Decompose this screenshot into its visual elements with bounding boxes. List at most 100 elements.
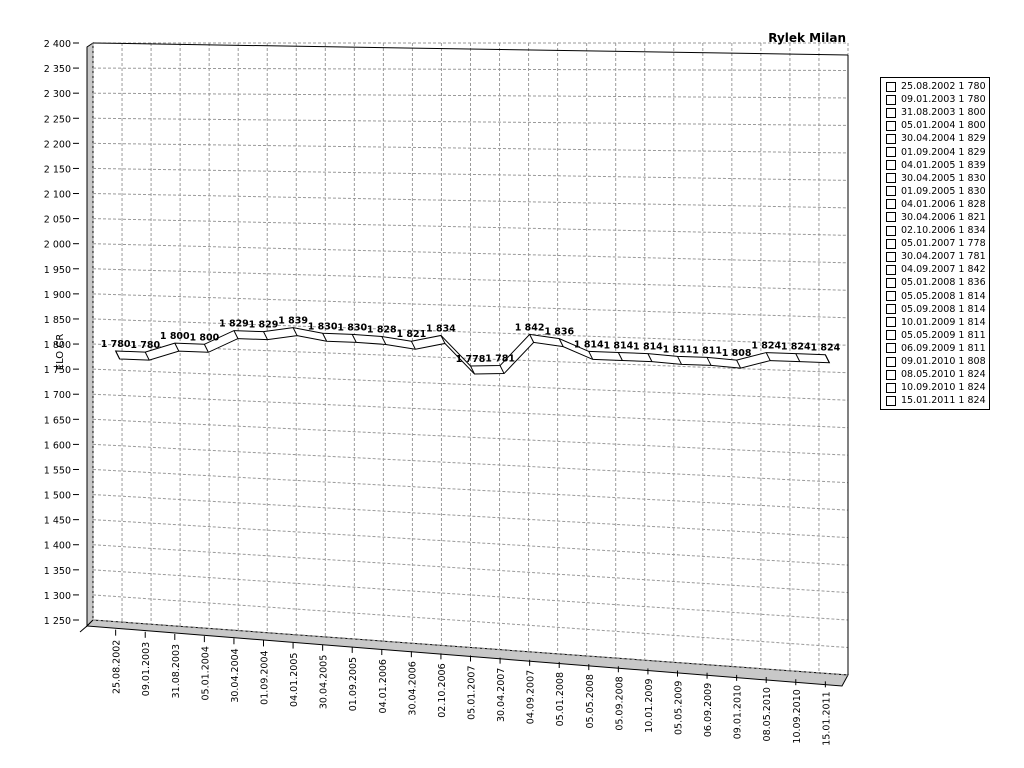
y-tick-label: 1 700	[44, 390, 71, 401]
legend-item: 05.05.2009 1 811	[881, 329, 989, 342]
legend-label: 05.01.2008 1 836	[901, 277, 986, 289]
legend-item: 10.01.2009 1 814	[881, 316, 989, 329]
legend-swatch	[886, 225, 896, 236]
legend-label: 05.05.2008 1 814	[901, 290, 986, 302]
legend-label: 05.09.2008 1 814	[901, 303, 986, 315]
legend-label: 09.01.2010 1 808	[901, 356, 986, 368]
legend-swatch	[886, 330, 896, 341]
data-label: 1 836	[544, 327, 574, 338]
data-label: 1 800	[160, 331, 190, 342]
legend-swatch	[886, 107, 896, 118]
legend-swatch	[886, 199, 896, 210]
chart-legend: 25.08.2002 1 780 09.01.2003 1 780 31.08.20…	[880, 77, 990, 411]
y-axis-label: ELO ČR	[53, 334, 66, 371]
legend-swatch	[886, 120, 896, 131]
legend-item: 25.08.2002 1 780	[881, 80, 989, 93]
y-tick-label: 1 300	[44, 591, 71, 602]
legend-swatch	[886, 160, 896, 171]
y-tick-label: 2 250	[44, 114, 71, 125]
legend-label: 08.05.2010 1 824	[901, 369, 986, 381]
x-tick-label: 30.04.2004	[230, 648, 241, 702]
legend-item: 09.01.2003 1 780	[881, 93, 989, 106]
legend-label: 30.04.2007 1 781	[901, 251, 986, 263]
legend-label: 05.01.2004 1 800	[901, 120, 986, 132]
legend-label: 30.04.2006 1 821	[901, 211, 986, 223]
data-label: 1 808	[722, 348, 752, 359]
y-tick-label: 2 100	[44, 190, 71, 201]
data-label: 1 830	[308, 321, 338, 332]
y-tick-label: 1 650	[44, 415, 71, 426]
legend-label: 06.09.2009 1 811	[901, 342, 986, 354]
legend-item: 05.01.2007 1 778	[881, 237, 989, 250]
legend-swatch	[886, 264, 896, 275]
y-tick-label: 1 400	[44, 541, 71, 552]
x-tick-label: 05.09.2008	[614, 676, 625, 730]
legend-swatch	[886, 251, 896, 262]
legend-item: 06.09.2009 1 811	[881, 342, 989, 355]
legend-label: 05.05.2009 1 811	[901, 329, 986, 341]
chart-title: Rylek Milan	[768, 31, 846, 45]
legend-item: 04.01.2006 1 828	[881, 198, 989, 211]
data-label: 1 778	[456, 354, 486, 365]
x-tick-label: 05.01.2008	[555, 672, 566, 726]
legend-item: 31.08.2003 1 800	[881, 106, 989, 119]
y-tick-label: 1 600	[44, 440, 71, 451]
data-label: 1 824	[781, 342, 811, 353]
y-tick-label: 1 250	[44, 616, 71, 627]
legend-label: 01.09.2004 1 829	[901, 146, 986, 158]
legend-swatch	[886, 291, 896, 302]
legend-item: 08.05.2010 1 824	[881, 368, 989, 381]
legend-label: 01.09.2005 1 830	[901, 185, 986, 197]
data-label: 1 780	[101, 339, 131, 350]
x-tick-label: 04.01.2005	[289, 653, 300, 707]
legend-item: 30.04.2004 1 829	[881, 132, 989, 145]
legend-item: 04.09.2007 1 842	[881, 263, 989, 276]
legend-label: 10.09.2010 1 824	[901, 382, 986, 394]
legend-swatch	[886, 369, 896, 380]
data-label: 1 811	[692, 345, 722, 356]
data-label: 1 839	[278, 316, 308, 327]
data-label: 1 811	[663, 344, 693, 355]
elo-chart: 1 780 1 7801 800 1 8001 829 1 829 1 8391 830…	[44, 31, 849, 746]
x-tick-label: 05.01.2007	[467, 666, 478, 720]
data-label: 1 814	[574, 339, 604, 350]
legend-swatch	[886, 356, 896, 367]
legend-label: 30.04.2004 1 829	[901, 133, 986, 145]
legend-item: 05.01.2004 1 800	[881, 119, 989, 132]
y-tick-label: 2 200	[44, 139, 71, 150]
x-tick-label: 10.09.2010	[792, 689, 803, 743]
y-tick-label: 1 850	[44, 315, 71, 326]
x-tick-label: 04.01.2006	[378, 659, 389, 713]
y-tick-label: 1 500	[44, 491, 71, 502]
x-tick-label: 25.08.2002	[112, 640, 123, 694]
legend-item: 09.01.2010 1 808	[881, 355, 989, 368]
legend-item: 01.09.2005 1 830	[881, 185, 989, 198]
data-label: 1 781	[485, 354, 515, 365]
legend-label: 05.01.2007 1 778	[901, 238, 986, 250]
legend-label: 09.01.2003 1 780	[901, 94, 986, 106]
x-tick-label: 10.01.2009	[644, 678, 655, 732]
data-label: 1 824	[751, 341, 781, 352]
x-tick-label: 31.08.2003	[171, 644, 182, 698]
legend-item: 05.05.2008 1 814	[881, 290, 989, 303]
data-label: 1 834	[426, 323, 456, 334]
legend-swatch	[886, 304, 896, 315]
data-label: 1 800	[189, 332, 219, 343]
x-tick-label: 05.01.2004	[200, 646, 211, 700]
x-tick-label: 30.04.2006	[407, 661, 418, 715]
legend-item: 05.01.2008 1 836	[881, 276, 989, 289]
x-tick-label: 05.05.2008	[585, 674, 596, 728]
legend-swatch	[886, 238, 896, 249]
legend-item: 01.09.2004 1 829	[881, 145, 989, 158]
y-tick-label: 1 350	[44, 566, 71, 577]
legend-swatch	[886, 395, 896, 406]
x-tick-label: 30.04.2007	[496, 668, 507, 722]
x-tick-label: 30.04.2005	[319, 655, 330, 709]
x-tick-label: 09.01.2010	[733, 685, 744, 739]
y-tick-label: 2 150	[44, 164, 71, 175]
legend-item: 15.01.2011 1 824	[881, 394, 989, 407]
data-label: 1 829	[219, 319, 249, 330]
y-tick-label: 2 050	[44, 215, 71, 226]
legend-label: 25.08.2002 1 780	[901, 81, 986, 93]
legend-item: 30.04.2007 1 781	[881, 250, 989, 263]
